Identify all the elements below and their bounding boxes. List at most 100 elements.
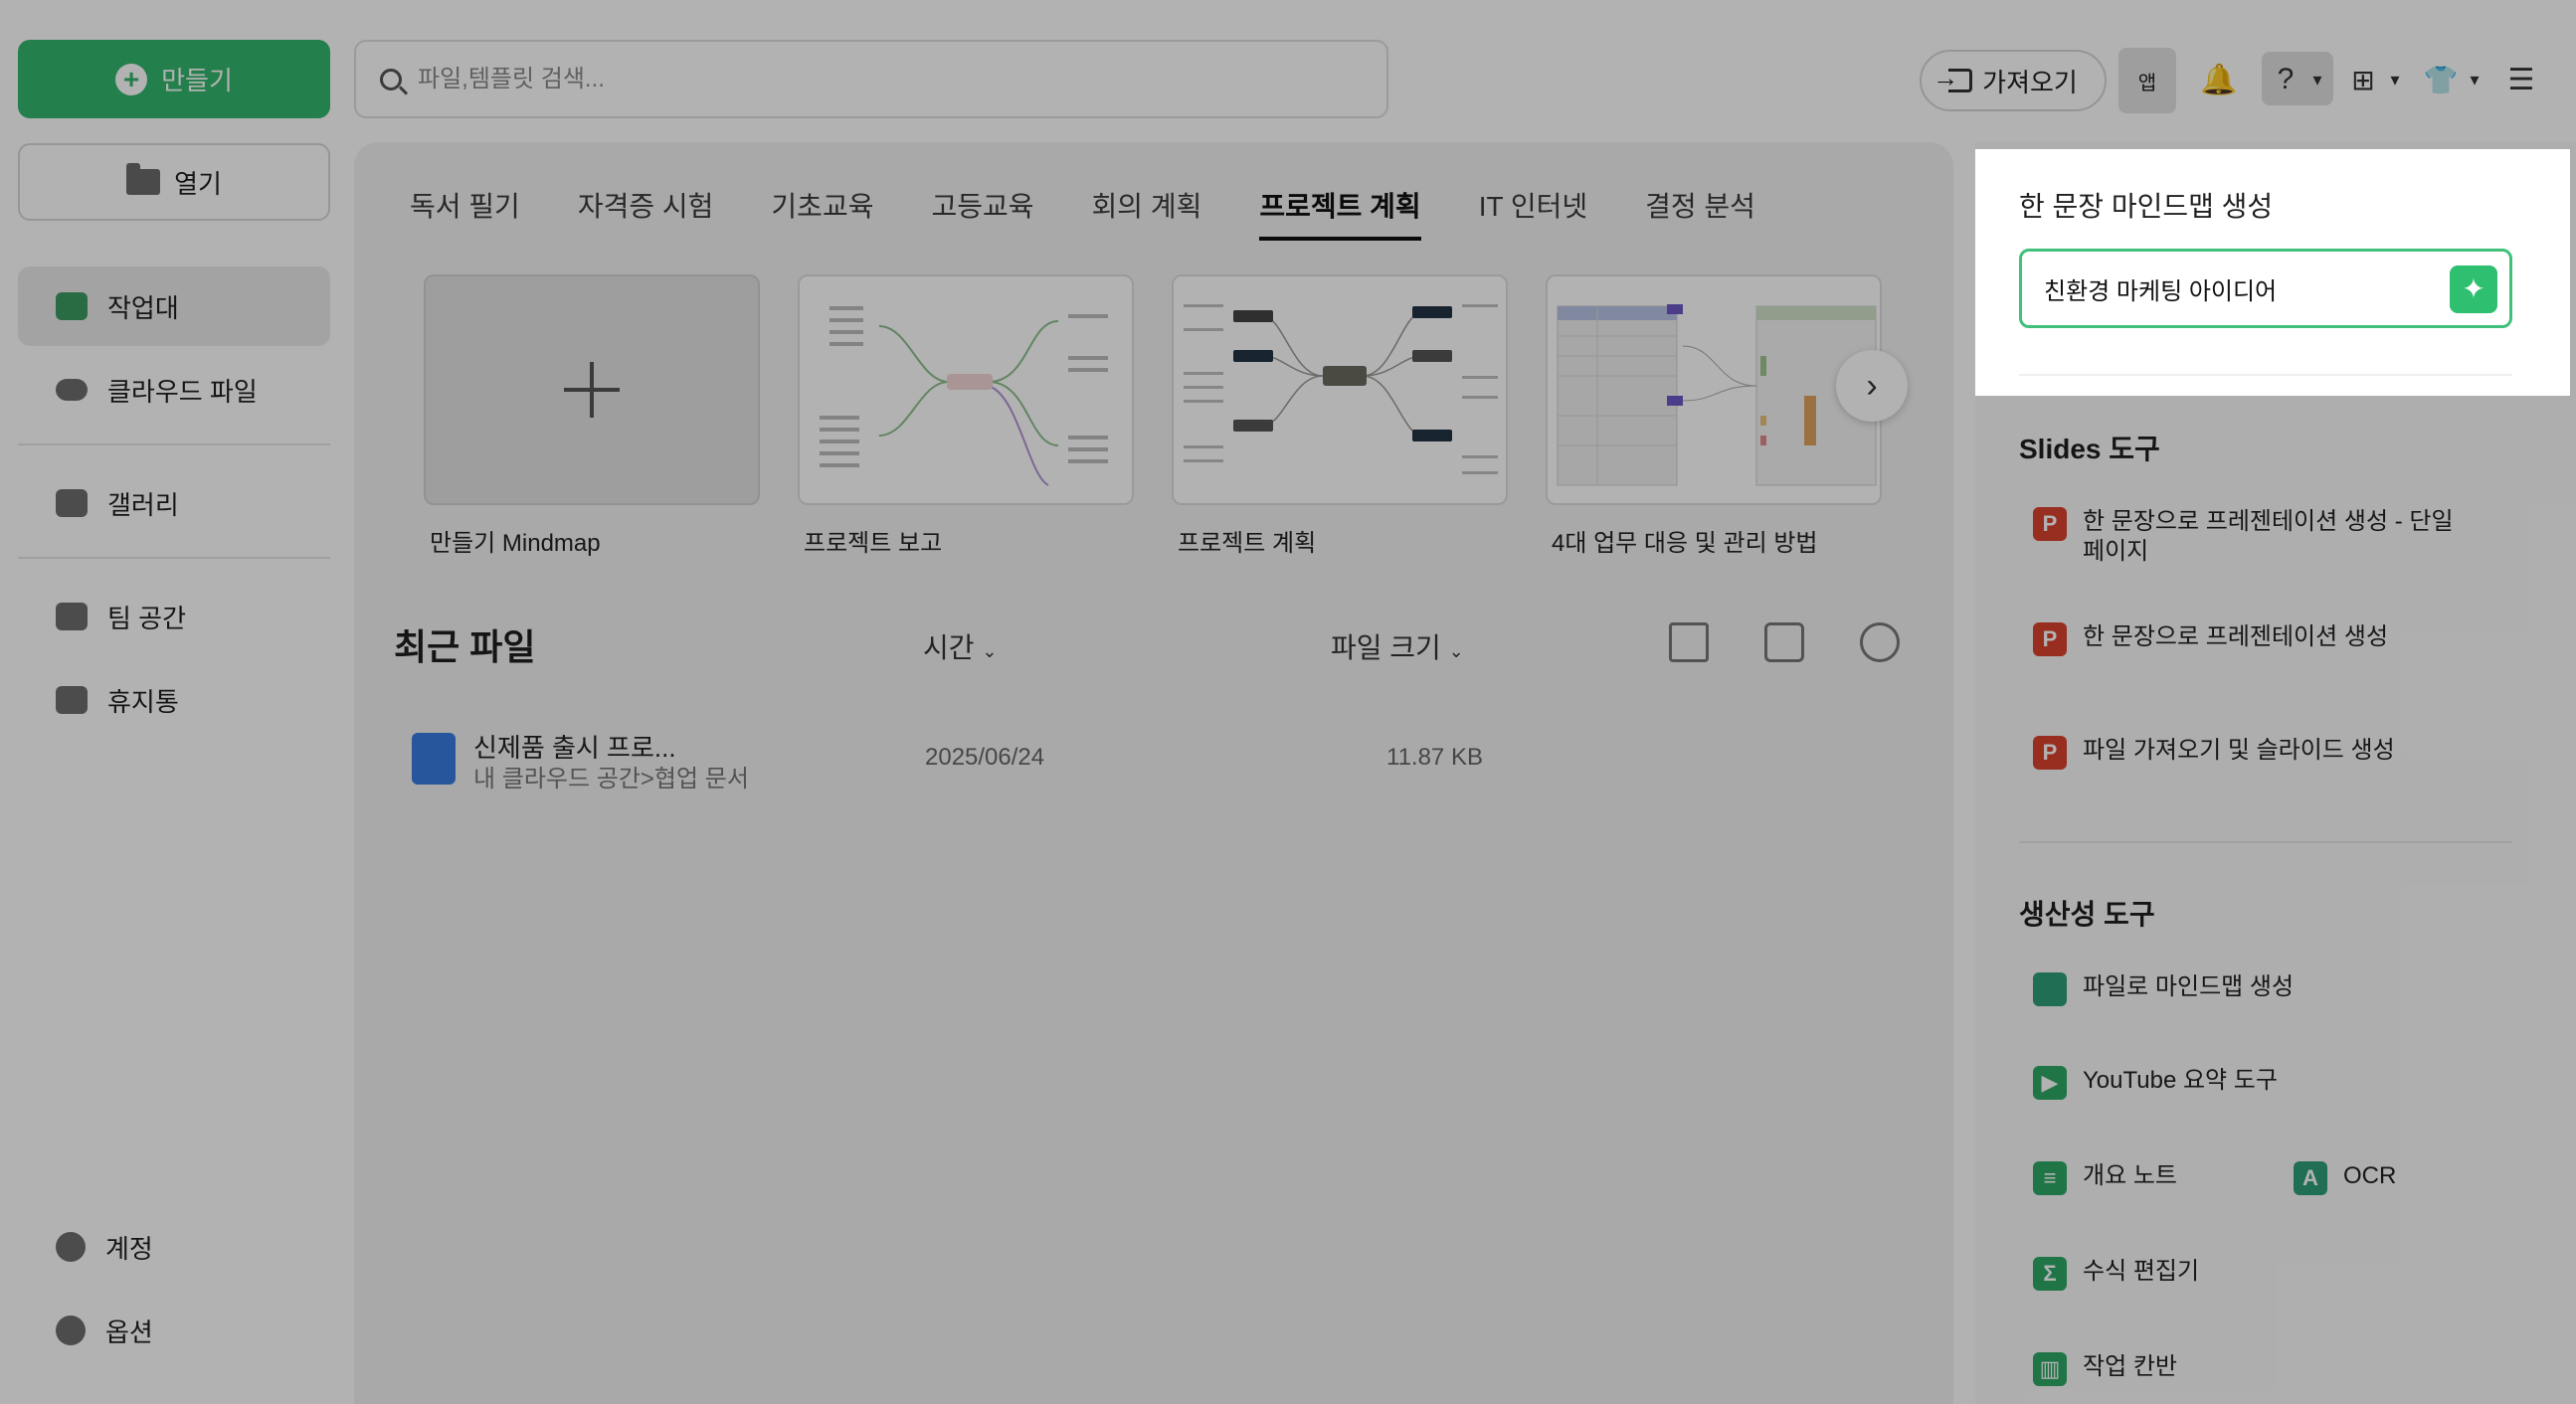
ocr-icon: A — [2294, 1161, 2327, 1195]
category-tabs: 독서 필기 자격증 시험 기초교육 고등교육 회의 계획 프로젝트 계획 IT … — [410, 185, 1813, 241]
sidebar-item-label: 팀 공간 — [107, 603, 186, 633]
chevron-right-icon: › — [1866, 366, 1878, 405]
mindmap-thumbnail — [820, 306, 1108, 486]
search-bar[interactable] — [354, 40, 1388, 118]
mindmap-file-icon — [2033, 972, 2067, 1006]
create-button-label: 만들기 — [161, 66, 233, 95]
tool-label: OCR — [2343, 1162, 2397, 1189]
tab-project-plan[interactable]: 프로젝트 계획 — [1259, 185, 1421, 241]
mindmap-prompt-box[interactable]: ✦ — [2019, 249, 2512, 328]
mindmap-prompt-input[interactable] — [2044, 274, 2422, 302]
bell-icon[interactable]: 🔔 — [2196, 58, 2242, 101]
sidebar-item-label: 작업대 — [107, 292, 179, 323]
sidebar-item-options[interactable]: 옵션 — [18, 1291, 330, 1370]
sidebar-divider — [18, 557, 330, 559]
tool-slides-from-sentence[interactable]: P 한 문장으로 프레젠테이션 생성 — [2033, 622, 2388, 656]
tab-reading-notes[interactable]: 독서 필기 — [410, 185, 520, 241]
file-size: 11.87 KB — [1386, 744, 1483, 771]
play-icon: ▶ — [2033, 1066, 2067, 1100]
tab-meeting-plan[interactable]: 회의 계획 — [1092, 185, 1202, 241]
kanban-icon: ▥ — [2033, 1352, 2067, 1386]
tool-label: 파일 가져오기 및 슬라이드 생성 — [2083, 737, 2395, 764]
mindmap-card-divider — [2019, 374, 2512, 376]
app-button[interactable]: 앱 — [2118, 48, 2176, 113]
import-icon — [1932, 63, 1973, 93]
template-card-project-report[interactable] — [798, 274, 1134, 505]
skin-icon[interactable]: 👕 — [2419, 58, 2463, 101]
sidebar-item-trash[interactable]: 휴지통 — [18, 660, 330, 740]
sidebar-divider — [18, 443, 330, 445]
template-card-work-response[interactable] — [1546, 274, 1882, 505]
panel-toggle-icon[interactable]: ☰ — [2498, 58, 2544, 101]
tool-formula-editor[interactable]: Σ 수식 편집기 — [2033, 1257, 2199, 1291]
tab-certification-exam[interactable]: 자격증 시험 — [578, 185, 714, 241]
chevron-down-icon: ⌄ — [1448, 641, 1464, 661]
sidebar-item-label: 옵션 — [105, 1316, 153, 1347]
search-input[interactable] — [418, 65, 1313, 93]
size-sort-header[interactable]: 파일 크기 ⌄ — [1331, 626, 1464, 666]
sigma-icon: Σ — [2033, 1257, 2067, 1291]
sidebar-item-label: 갤러리 — [107, 489, 179, 520]
carousel-next-button[interactable]: › — [1836, 350, 1908, 422]
file-path: 내 클라우드 공간>협업 문서 — [473, 766, 749, 792]
open-button[interactable]: 열기 — [18, 143, 330, 221]
open-button-label: 열기 — [174, 168, 222, 199]
search-icon — [380, 68, 402, 90]
template-card-blank[interactable] — [424, 274, 760, 505]
slides-icon: P — [2033, 622, 2067, 656]
shared-doc-icon — [412, 733, 456, 785]
tool-ocr[interactable]: A OCR — [2294, 1161, 2396, 1195]
tool-label: 파일로 마인드맵 생성 — [2083, 973, 2295, 1000]
refresh-icon[interactable] — [1860, 622, 1900, 662]
workbench-icon — [56, 292, 88, 320]
gear-icon — [56, 1316, 86, 1345]
tool-youtube-summary[interactable]: ▶ YouTube 요약 도구 — [2033, 1066, 2278, 1100]
chevron-down-icon: ▾ — [2312, 69, 2322, 89]
tab-basic-education[interactable]: 기초교육 — [771, 185, 873, 241]
chevron-down-icon: ▾ — [2390, 69, 2400, 89]
file-date: 2025/06/24 — [925, 744, 1045, 771]
ai-sparkle-icon[interactable]: ✦ — [2450, 265, 2497, 313]
sidebar-item-gallery[interactable]: 갤러리 — [18, 463, 330, 543]
team-space-icon — [56, 603, 88, 630]
trash-icon — [56, 686, 88, 714]
sidebar-item-label: 클라우드 파일 — [107, 376, 258, 407]
recent-files-title: 최근 파일 — [394, 626, 536, 667]
sidebar-item-cloud-files[interactable]: 클라우드 파일 — [18, 350, 330, 430]
user-icon — [56, 1232, 86, 1262]
template-label: 4대 업무 대응 및 관리 방법 — [1552, 530, 1818, 557]
help-icon: ? — [2277, 63, 2295, 95]
tab-decision-analysis[interactable]: 결정 분석 — [1645, 185, 1755, 241]
slides-icon: P — [2033, 736, 2067, 770]
delete-icon[interactable] — [1764, 622, 1804, 662]
size-column-label: 파일 크기 — [1331, 632, 1441, 663]
sidebar-item-workbench[interactable]: 작업대 — [18, 266, 330, 346]
productivity-tools-title: 생산성 도구 — [2019, 899, 2155, 930]
chevron-down-icon: ⌄ — [982, 641, 998, 661]
tool-label: 수식 편집기 — [2083, 1258, 2200, 1285]
tab-it-internet[interactable]: IT 인터넷 — [1479, 185, 1587, 241]
slides-icon: P — [2033, 507, 2067, 541]
tool-task-kanban[interactable]: ▥ 작업 칸반 — [2033, 1352, 2177, 1386]
tool-label: 개요 노트 — [2083, 1162, 2177, 1189]
folder-icon — [126, 163, 161, 195]
chevron-down-icon: ▾ — [2470, 69, 2480, 89]
list-view-icon[interactable] — [1669, 622, 1709, 662]
time-sort-header[interactable]: 시간 ⌄ — [923, 626, 997, 666]
create-button[interactable]: + 만들기 — [18, 40, 330, 118]
gallery-icon — [56, 489, 88, 517]
plus-icon: + — [115, 63, 148, 95]
tool-mindmap-from-file[interactable]: 파일로 마인드맵 생성 — [2033, 972, 2294, 1006]
tool-slides-from-file[interactable]: P 파일 가져오기 및 슬라이드 생성 — [2033, 736, 2395, 770]
template-label: 프로젝트 보고 — [804, 530, 943, 557]
tool-outline-notes[interactable]: ≡ 개요 노트 — [2033, 1161, 2177, 1195]
template-card-project-plan[interactable] — [1172, 274, 1508, 505]
cloud-icon — [56, 379, 88, 401]
apps-grid-icon[interactable]: ⊞ — [2343, 58, 2383, 101]
import-button[interactable]: 가져오기 — [1920, 50, 2107, 111]
sidebar-item-team-space[interactable]: 팀 공간 — [18, 577, 330, 656]
sidebar-item-account[interactable]: 계정 — [18, 1207, 330, 1287]
tool-slides-single-page[interactable]: P 한 문장으로 프레젠테이션 생성 - 단일 페이지 — [2033, 507, 2454, 567]
tool-label: 한 문장으로 프레젠테이션 생성 - 단일 페이지 — [2083, 508, 2454, 565]
tab-higher-education[interactable]: 고등교육 — [931, 185, 1033, 241]
